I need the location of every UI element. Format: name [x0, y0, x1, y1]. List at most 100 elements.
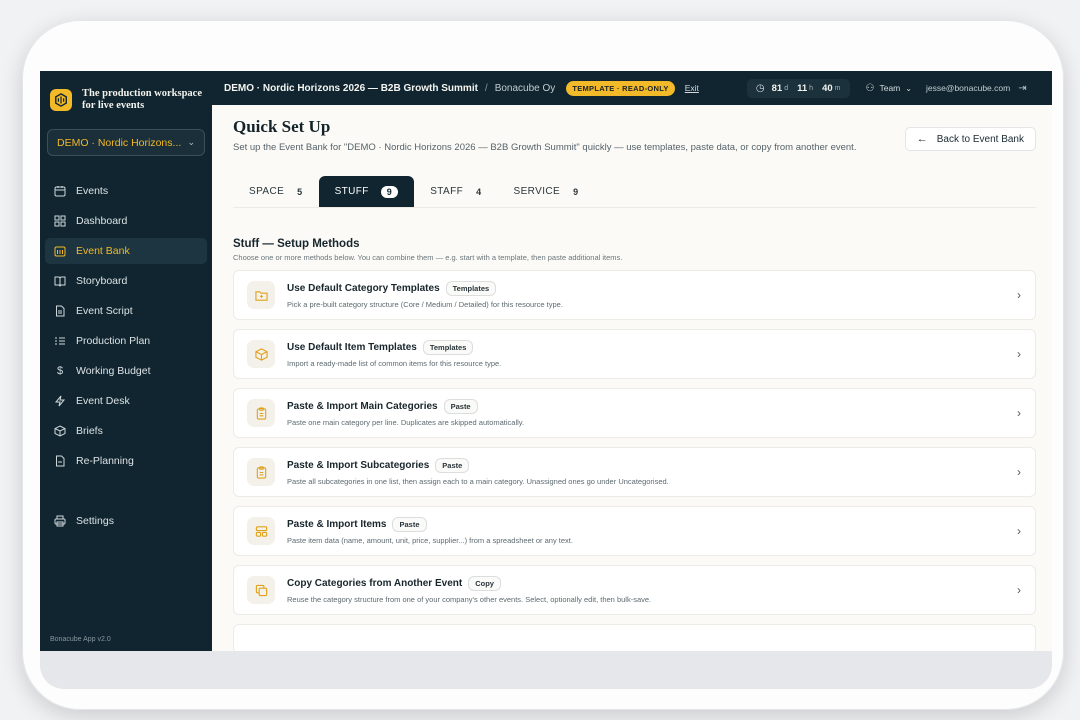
countdown-days: 81	[771, 82, 783, 94]
sidebar-item-label: Event Script	[76, 305, 133, 317]
chevron-down-icon: ⌄	[187, 137, 195, 147]
tablet-chin	[40, 651, 1052, 689]
countdown-minutes: 40	[822, 82, 833, 94]
event-select[interactable]: DEMO · Nordic Horizons... ⌄	[47, 129, 205, 156]
sidebar-item-dashboard[interactable]: Dashboard	[45, 208, 207, 234]
method-description: Paste one main category per line. Duplic…	[287, 418, 525, 427]
method-tag: Templates	[445, 281, 497, 296]
sidebar-item-working-budget[interactable]: $ Working Budget	[45, 358, 207, 384]
sidebar-item-label: Settings	[76, 515, 114, 527]
book-icon	[54, 275, 66, 287]
box-icon	[54, 425, 66, 437]
setup-methods-list: Use Default Category Templates Templates …	[233, 270, 1036, 651]
brand-name: The production workspace for live events	[82, 88, 202, 111]
tab-staff[interactable]: STAFF 4	[414, 176, 497, 207]
exit-link[interactable]: Exit	[685, 83, 699, 93]
method-tag: Paste	[435, 458, 470, 473]
chevron-right-icon: ›	[1017, 288, 1021, 302]
arrow-left-icon: ←	[916, 133, 928, 145]
method-default-item-templates[interactable]: Use Default Item Templates Templates Impo…	[233, 329, 1036, 379]
tab-label: STUFF	[334, 186, 369, 197]
app-screen: The production workspace for live events…	[40, 71, 1052, 651]
method-default-category-templates[interactable]: Use Default Category Templates Templates …	[233, 270, 1036, 320]
printer-icon	[54, 515, 66, 527]
sidebar-item-label: Event Desk	[76, 395, 130, 407]
tab-count: 4	[476, 186, 482, 197]
chevron-right-icon: ›	[1017, 465, 1021, 479]
method-title: Use Default Category Templates	[287, 283, 440, 294]
clipboard-icon	[247, 458, 275, 486]
method-tag: Copy	[468, 576, 501, 591]
bank-icon	[54, 245, 66, 257]
organization-name: Bonacube Oy	[494, 82, 556, 94]
method-title: Paste & Import Main Categories	[287, 401, 438, 412]
method-description: Import a ready-made list of common items…	[287, 359, 502, 368]
chevron-right-icon: ›	[1017, 524, 1021, 538]
sidebar-item-event-desk[interactable]: Event Desk	[45, 388, 207, 414]
clipboard-icon	[247, 399, 275, 427]
team-label: Team	[879, 83, 901, 93]
main-panel: DEMO · Nordic Horizons 2026 — B2B Growth…	[212, 71, 1052, 651]
users-icon: ⚇	[865, 82, 875, 94]
method-paste-main-categories[interactable]: Paste & Import Main Categories Paste Past…	[233, 388, 1036, 438]
tab-stuff[interactable]: STUFF 9	[318, 176, 415, 207]
method-copy-categories[interactable]: Copy Categories from Another Event Copy R…	[233, 565, 1036, 615]
back-to-event-bank-button[interactable]: ← Back to Event Bank	[904, 127, 1036, 151]
method-tag: Paste	[443, 399, 478, 414]
team-menu[interactable]: ⚇ Team ⌄	[866, 83, 912, 94]
method-tag: Templates	[422, 340, 474, 355]
breadcrumb-separator: /	[484, 82, 488, 94]
sidebar-item-briefs[interactable]: Briefs	[45, 418, 207, 444]
list-icon	[54, 335, 66, 347]
folder-icon	[247, 281, 275, 309]
countdown-hours-unit: h	[809, 84, 814, 92]
resource-tabs: SPACE 5 STUFF 9 STAFF 4 SERVICE 9	[233, 176, 1036, 208]
chevron-right-icon: ›	[1017, 347, 1021, 361]
chevron-right-icon: ›	[1017, 583, 1021, 597]
sidebar: The production workspace for live events…	[40, 71, 212, 651]
read-only-badge: TEMPLATE · READ-ONLY	[566, 80, 675, 96]
sidebar-item-settings[interactable]: Settings	[45, 508, 207, 534]
calendar-icon	[54, 185, 66, 197]
sidebar-item-events[interactable]: Events	[45, 178, 207, 204]
section-title: Stuff — Setup Methods	[233, 238, 360, 250]
brand[interactable]: The production workspace for live events	[40, 71, 212, 129]
tab-space[interactable]: SPACE 5	[233, 176, 319, 207]
sidebar-item-label: Briefs	[76, 425, 103, 437]
tab-label: SERVICE	[513, 186, 561, 197]
topbar: DEMO · Nordic Horizons 2026 — B2B Growth…	[212, 71, 1052, 105]
method-card-partial	[233, 624, 1036, 651]
countdown-minutes-unit: m	[834, 84, 841, 92]
dashboard-icon	[54, 215, 66, 227]
sidebar-nav: Events Dashboard Event Bank Storyboard E…	[40, 178, 212, 534]
sidebar-item-label: Working Budget	[76, 365, 151, 377]
quick-setup-content: Quick Set Up Set up the Event Bank for "…	[212, 105, 1052, 651]
app-version: Bonacube App v2.0	[50, 636, 111, 643]
tab-service[interactable]: SERVICE 9	[498, 176, 595, 207]
sidebar-item-label: Production Plan	[76, 335, 151, 347]
sidebar-item-event-script[interactable]: Event Script	[45, 298, 207, 324]
event-select-value: DEMO · Nordic Horizons...	[57, 136, 182, 149]
sidebar-item-event-bank[interactable]: Event Bank	[45, 238, 207, 264]
logout-icon[interactable]: ⇥	[1018, 83, 1026, 94]
sidebar-item-production-plan[interactable]: Production Plan	[45, 328, 207, 354]
bonacube-logo-icon	[50, 89, 72, 111]
sidebar-item-label: Event Bank	[76, 245, 130, 257]
method-tag: Paste	[392, 517, 427, 532]
method-paste-subcategories[interactable]: Paste & Import Subcategories Paste Paste …	[233, 447, 1036, 497]
method-description: Pick a pre-built category structure (Cor…	[287, 300, 563, 309]
method-title: Paste & Import Subcategories	[287, 460, 430, 471]
method-description: Reuse the category structure from one of…	[287, 595, 652, 604]
sidebar-item-storyboard[interactable]: Storyboard	[45, 268, 207, 294]
tab-count: 9	[380, 185, 399, 198]
section-subtitle: Choose one or more methods below. You ca…	[233, 253, 623, 262]
tab-label: SPACE	[249, 186, 285, 197]
method-description: Paste all subcategories in one list, the…	[287, 477, 669, 486]
sidebar-item-re-planning[interactable]: Re-Planning	[45, 448, 207, 474]
method-paste-items[interactable]: Paste & Import Items Paste Paste item dat…	[233, 506, 1036, 556]
bolt-icon	[54, 395, 66, 407]
method-title: Copy Categories from Another Event	[287, 578, 463, 589]
layout-icon	[247, 517, 275, 545]
page-subtitle: Set up the Event Bank for "DEMO · Nordic…	[233, 142, 857, 153]
method-title: Use Default Item Templates	[287, 342, 417, 353]
